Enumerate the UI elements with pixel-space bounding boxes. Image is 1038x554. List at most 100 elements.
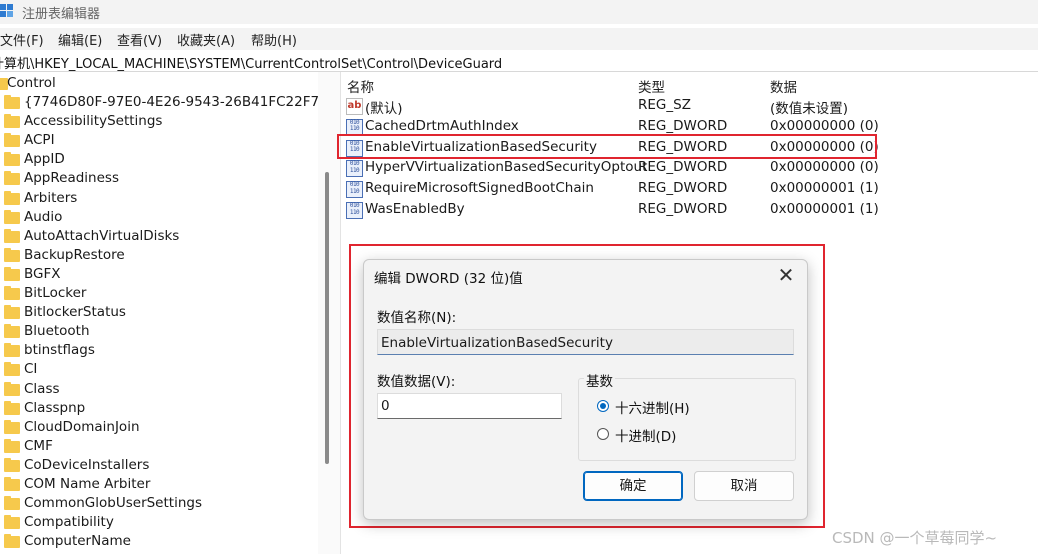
folder-icon bbox=[4, 400, 20, 415]
registry-tree[interactable]: Control {7746D80F-97E0-4E26-9543-26B41FC… bbox=[0, 72, 318, 554]
tree-item-label: AutoAttachVirtualDisks bbox=[24, 227, 180, 244]
window-title: 注册表编辑器 bbox=[22, 7, 101, 22]
column-header-data[interactable]: 数据 bbox=[770, 76, 797, 96]
tree-item-label: Bluetooth bbox=[24, 323, 90, 340]
value-row[interactable]: 010 110 RequireMicrosoftSignedBootChain REG… bbox=[344, 178, 1038, 199]
folder-icon bbox=[4, 496, 20, 511]
cancel-button[interactable]: 取消 bbox=[694, 471, 794, 501]
value-data-label: 数值数据(V): bbox=[377, 374, 456, 390]
base-label: 基数 bbox=[584, 370, 615, 390]
annotation-highlight-row bbox=[337, 134, 877, 159]
tree-item-label: ComputerName bbox=[24, 533, 131, 550]
menu-edit[interactable]: 编辑(E) bbox=[58, 30, 102, 49]
menu-file[interactable]: 文件(F) bbox=[0, 30, 44, 49]
folder-icon bbox=[4, 190, 20, 205]
dialog-title: 编辑 DWORD (32 位)值 bbox=[374, 271, 523, 287]
value-name-cell: RequireMicrosoftSignedBootChain bbox=[365, 180, 594, 197]
folder-icon bbox=[4, 381, 20, 396]
tree-item-label: Classpnp bbox=[24, 399, 86, 416]
value-name-cell: (默认) bbox=[365, 101, 403, 117]
dword-value-icon: 010 110 bbox=[346, 202, 363, 219]
folder-icon bbox=[4, 515, 20, 530]
tree-item-label: Audio bbox=[24, 208, 63, 225]
value-name-label: 数值名称(N): bbox=[377, 310, 457, 326]
base-groupbox bbox=[578, 378, 796, 461]
value-type-cell: REG_DWORD bbox=[638, 201, 728, 217]
value-type-cell: REG_DWORD bbox=[638, 180, 728, 197]
tree-item-label: BackupRestore bbox=[24, 246, 125, 263]
dword-value-icon: 010 110 bbox=[346, 181, 363, 199]
column-header-type[interactable]: 类型 bbox=[638, 76, 665, 96]
close-icon[interactable]: ✕ bbox=[774, 264, 798, 288]
menu-help[interactable]: 帮助(H) bbox=[251, 30, 297, 49]
tree-item-label: Arbiters bbox=[24, 189, 78, 206]
tree-item-label: ACPI bbox=[24, 132, 55, 149]
regedit-app-icon bbox=[0, 4, 13, 17]
value-data-cell: 0x00000000 (0) bbox=[770, 159, 879, 176]
tree-item-label: {7746D80F-97E0-4E26-9543-26B41FC22F79} bbox=[24, 94, 318, 110]
value-data-cell: 0x00000001 (1) bbox=[770, 201, 879, 217]
tree-item-label: AppID bbox=[24, 151, 65, 168]
tree-scrollbar-thumb[interactable] bbox=[325, 172, 329, 464]
folder-icon bbox=[4, 171, 20, 186]
folder-icon bbox=[4, 343, 20, 358]
folder-icon bbox=[4, 209, 20, 224]
radio-decimal[interactable] bbox=[597, 428, 609, 440]
value-row[interactable]: 010 110 HyperVVirtualizationBasedSecurityO… bbox=[344, 157, 1038, 178]
tree-item-label: COM Name Arbiter bbox=[24, 476, 151, 492]
tree-item-label: BitLocker bbox=[24, 285, 87, 301]
address-path[interactable]: 计算机\HKEY_LOCAL_MACHINE\SYSTEM\CurrentCon… bbox=[0, 53, 502, 72]
folder-icon bbox=[4, 228, 20, 243]
tree-item-label: CI bbox=[24, 361, 38, 378]
menu-favorites[interactable]: 收藏夹(A) bbox=[177, 30, 235, 49]
tree-item-label: btinstflags bbox=[24, 342, 95, 359]
tree-item-label: AccessibilitySettings bbox=[24, 113, 163, 130]
tree-item-label: CoDeviceInstallers bbox=[24, 456, 150, 473]
string-value-icon: ab bbox=[346, 98, 363, 115]
folder-icon bbox=[4, 419, 20, 434]
column-header-name[interactable]: 名称 bbox=[347, 76, 374, 96]
radio-hex-label[interactable]: 十六进制(H) bbox=[615, 397, 690, 417]
folder-icon bbox=[4, 95, 20, 109]
value-type-cell: REG_DWORD bbox=[638, 159, 728, 176]
folder-icon bbox=[4, 266, 20, 281]
radio-decimal-label[interactable]: 十进制(D) bbox=[615, 425, 676, 445]
menu-view[interactable]: 查看(V) bbox=[117, 30, 162, 49]
folder-icon bbox=[4, 477, 20, 491]
value-data-cell: 0x00000001 (1) bbox=[770, 180, 879, 197]
watermark: CSDN @一个草莓同学~ bbox=[832, 529, 998, 547]
tree-item-label: BGFX bbox=[24, 265, 61, 282]
value-data-cell: 0x00000000 (0) bbox=[770, 117, 879, 134]
tree-item-label: CMF bbox=[24, 437, 53, 454]
value-name-cell: WasEnabledBy bbox=[365, 201, 465, 217]
edit-dword-dialog: 编辑 DWORD (32 位)值 ✕ 数值名称(N): EnableVirtua… bbox=[363, 259, 808, 520]
folder-icon bbox=[4, 247, 20, 262]
folder-icon bbox=[4, 305, 20, 320]
folder-icon bbox=[4, 324, 20, 339]
tree-item-label: Compatibility bbox=[24, 514, 114, 531]
tree-item-label: CloudDomainJoin bbox=[24, 418, 140, 435]
folder-icon bbox=[4, 286, 20, 300]
folder-icon bbox=[4, 457, 20, 472]
value-name-cell: HyperVVirtualizationBasedSecurityOptout bbox=[365, 159, 648, 176]
value-type-cell: REG_SZ bbox=[638, 97, 691, 113]
title-bar bbox=[0, 0, 1038, 24]
dword-value-icon: 010 110 bbox=[346, 160, 363, 178]
tree-item-label: Class bbox=[24, 380, 60, 397]
value-row[interactable]: ab (默认) REG_SZ (数值未设置) bbox=[344, 95, 1038, 117]
folder-icon bbox=[4, 152, 20, 167]
value-data-cell: (数值未设置) bbox=[770, 101, 849, 117]
folder-icon bbox=[4, 438, 20, 453]
folder-icon bbox=[4, 362, 20, 377]
folder-icon bbox=[4, 534, 20, 549]
value-name-cell: CachedDrtmAuthIndex bbox=[365, 117, 519, 134]
value-type-cell: REG_DWORD bbox=[638, 117, 728, 134]
tree-item-label: CommonGlobUserSettings bbox=[24, 495, 202, 512]
value-name-field: EnableVirtualizationBasedSecurity bbox=[377, 329, 794, 355]
radio-hex[interactable] bbox=[597, 400, 609, 412]
value-row[interactable]: 010 110 WasEnabledBy REG_DWORD 0x00000001 (1… bbox=[344, 199, 1038, 220]
value-data-input[interactable]: 0 bbox=[377, 393, 562, 419]
folder-icon bbox=[4, 114, 20, 129]
ok-button[interactable]: 确定 bbox=[583, 471, 683, 501]
folder-icon bbox=[4, 133, 20, 148]
